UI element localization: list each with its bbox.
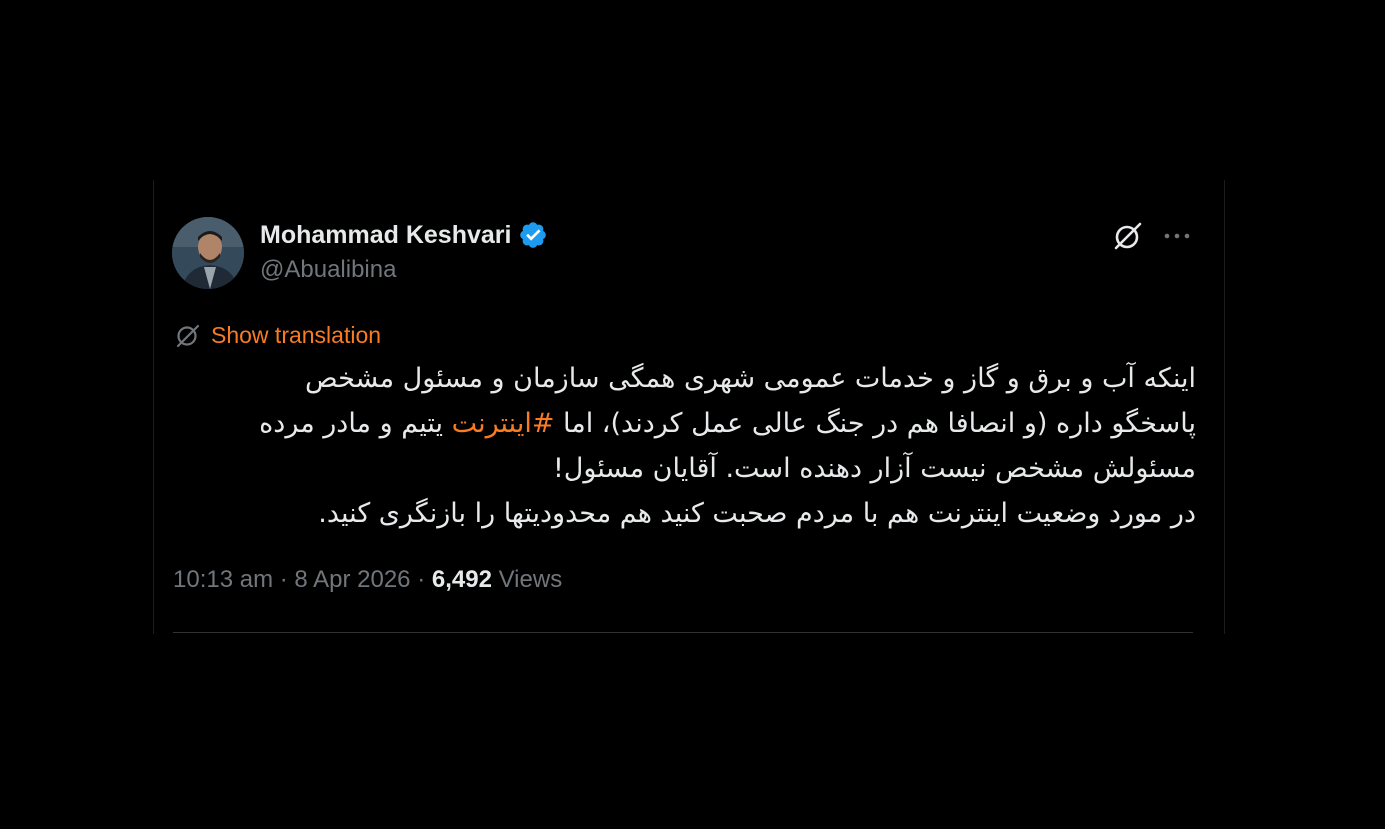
tweet-line-2-end: یتیم و مادر مرده [259,408,452,439]
hashtag-link[interactable]: #اینترنت [452,408,555,439]
avatar[interactable] [172,217,244,289]
tweet-body: اینکه آب و برق و گاز و خدمات عمومی شهری … [234,356,1196,536]
divider [173,632,1193,633]
tweet-line-1: اینکه آب و برق و گاز و خدمات عمومی شهری … [305,363,1196,394]
views-label[interactable]: Views [499,566,563,593]
tweet-time[interactable]: 10:13 am [173,566,273,593]
meta-separator: · [417,566,426,593]
tweet-line-3: مسئولش مشخص نیست آزار دهنده است. آقایان … [552,453,1196,484]
verified-badge-icon [520,222,547,248]
tweet-line-2: پاسخگو داره (و انصافا هم در جنگ عالی عمل… [234,401,1196,446]
author-handle[interactable]: @Abualibina [260,256,396,284]
tweet-line-2-start: پاسخگو داره (و انصافا هم در جنگ عالی عمل… [554,408,1196,439]
grok-icon [1114,222,1142,250]
show-translation-link[interactable]: Show translation [174,321,381,349]
author-name-text[interactable]: Mohammad Keshvari [260,221,511,250]
translate-icon [176,324,200,348]
more-dots-icon [1164,233,1190,239]
views-count[interactable]: 6,492 [432,566,492,593]
tweet-date[interactable]: 8 Apr 2026 [294,566,410,593]
tweet-line-4: در مورد وضعیت اینترنت هم با مردم صحبت کن… [318,498,1196,529]
meta-separator: · [279,566,288,593]
tweet-meta: 10:13 am · 8 Apr 2026 · 6,492 Views [173,566,562,594]
grok-button[interactable] [1111,219,1145,253]
more-button[interactable] [1160,219,1194,253]
author-name[interactable]: Mohammad Keshvari [260,220,548,250]
tweet-card: Mohammad Keshvari @Abualibina Show trans… [153,180,1225,634]
show-translation-label[interactable]: Show translation [211,322,381,349]
